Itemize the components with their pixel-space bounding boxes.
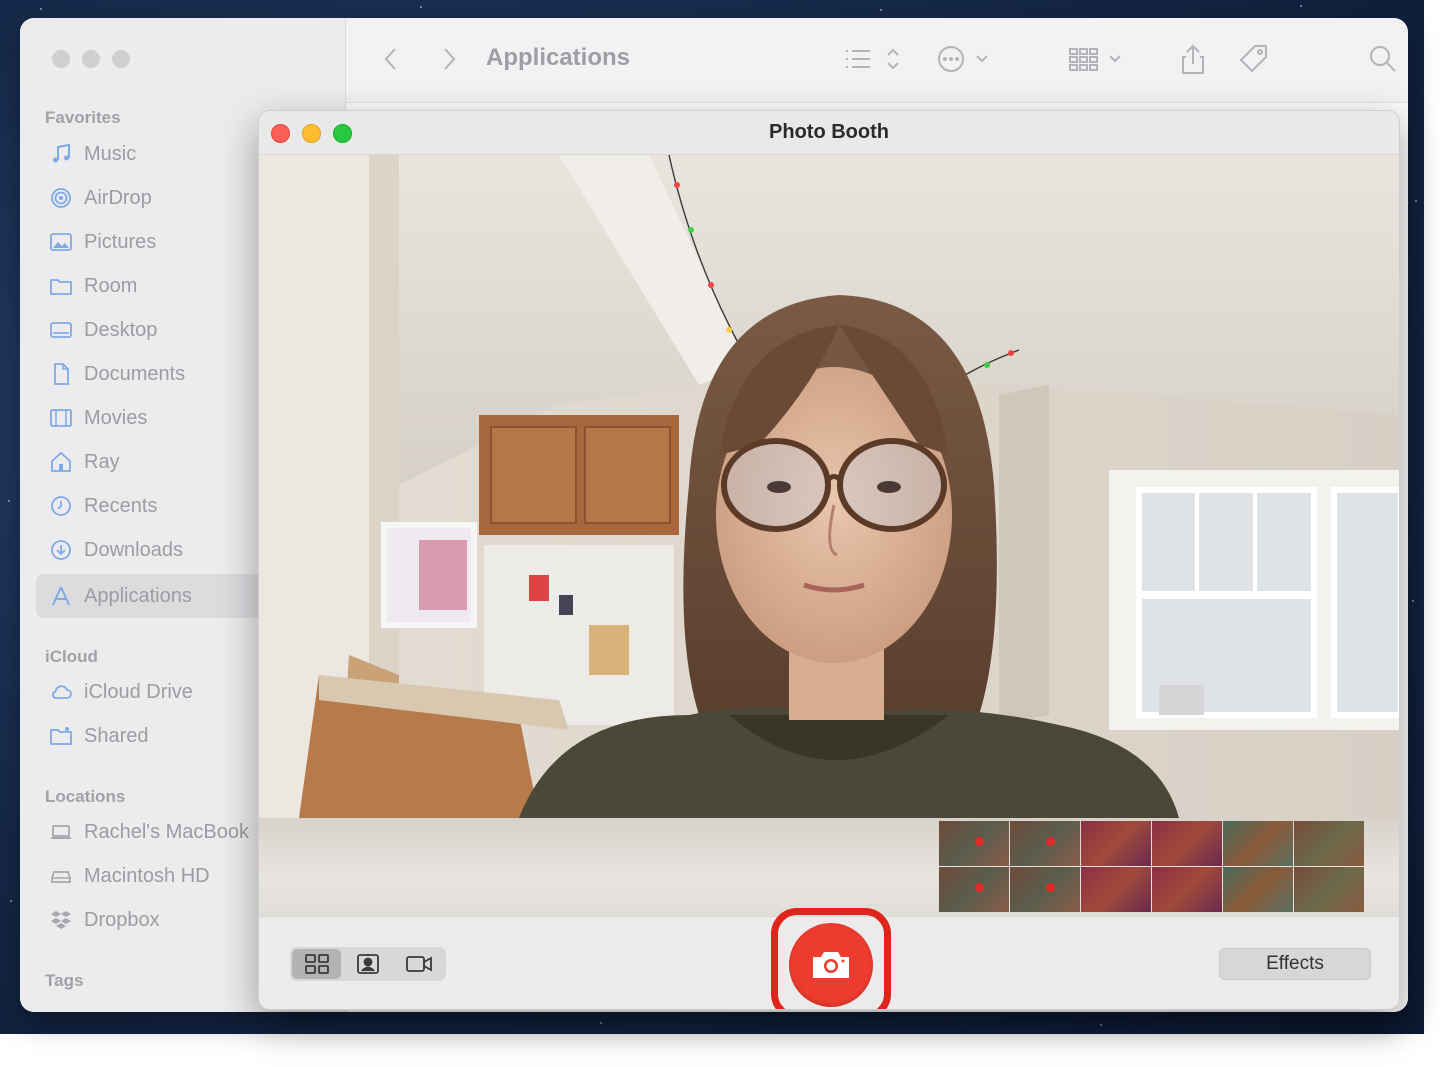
- photo-thumbnail[interactable]: [1010, 867, 1080, 912]
- sidebar-item-label: Desktop: [84, 318, 158, 341]
- share-icon: [1182, 44, 1204, 74]
- sidebar-item-label: Rachel's MacBook: [84, 820, 249, 843]
- photo-thumbnail[interactable]: [1294, 821, 1364, 866]
- window-title: Photo Booth: [769, 121, 889, 143]
- tag-button[interactable]: [1236, 40, 1272, 78]
- sidebar-item-label: Dropbox: [84, 908, 160, 931]
- forward-button[interactable]: [434, 40, 464, 78]
- window-title: Applications: [486, 44, 631, 71]
- video-mode-button[interactable]: [395, 949, 444, 979]
- group-button[interactable]: [1064, 40, 1128, 78]
- finder-toolbar: Applications: [346, 18, 1408, 102]
- sidebar-item-label: Recents: [84, 494, 158, 517]
- sidebar-item-label: Downloads: [84, 538, 183, 561]
- sidebar-section-tags: Tags: [45, 971, 84, 990]
- home-icon: [48, 449, 74, 475]
- chevron-left-icon: [384, 48, 396, 70]
- photo-thumbnail[interactable]: [1081, 821, 1151, 866]
- shared-folder-icon: [48, 723, 74, 749]
- take-photo-button[interactable]: [789, 923, 873, 1007]
- sidebar-section-favorites: Favorites: [45, 108, 121, 127]
- photo-booth-window: Photo Booth Effects: [258, 110, 1400, 1010]
- photo-strip: [259, 818, 1399, 916]
- thumbnail-grid: [939, 821, 1364, 912]
- thumbnail-detail: [975, 883, 984, 892]
- desktop-icon: [48, 317, 74, 343]
- group-icon: [1069, 48, 1121, 71]
- music-note-icon: [48, 141, 74, 167]
- more-options-icon: [938, 46, 988, 72]
- photo-thumbnail[interactable]: [939, 821, 1009, 866]
- window-controls-inactive: [52, 50, 130, 68]
- sidebar-item-label: Shared: [84, 724, 149, 747]
- close-button[interactable]: [52, 50, 70, 68]
- video-icon: [406, 956, 433, 972]
- disk-icon: [48, 863, 74, 889]
- thumbnail-detail: [1046, 837, 1055, 846]
- back-button[interactable]: [376, 40, 406, 78]
- photo-thumbnail[interactable]: [1010, 821, 1080, 866]
- sidebar-item-label: Music: [84, 142, 137, 165]
- sidebar-section-icloud: iCloud: [45, 647, 98, 666]
- sidebar-section-locations: Locations: [45, 787, 126, 806]
- film-icon: [48, 405, 74, 431]
- view-mode-control: [290, 947, 446, 981]
- photo-thumbnail[interactable]: [1152, 867, 1222, 912]
- chevron-right-icon: [444, 48, 456, 70]
- photo-thumbnail[interactable]: [1223, 821, 1293, 866]
- zoom-button[interactable]: [112, 50, 130, 68]
- single-photo-icon: [357, 954, 379, 974]
- minimize-button[interactable]: [82, 50, 100, 68]
- action-menu-button[interactable]: [934, 40, 994, 78]
- dropbox-icon: [48, 907, 74, 933]
- sidebar-item-label: Movies: [84, 406, 148, 429]
- applications-icon: [48, 583, 74, 609]
- title-bar[interactable]: Photo Booth: [259, 111, 1399, 155]
- photo-thumbnail[interactable]: [939, 867, 1009, 912]
- thumbnail-detail: [1046, 883, 1055, 892]
- sidebar-item-label: Room: [84, 274, 138, 297]
- pictures-icon: [48, 229, 74, 255]
- view-options-button[interactable]: [840, 40, 904, 78]
- camera-preview: [259, 155, 1399, 818]
- photo-thumbnail[interactable]: [1152, 821, 1222, 866]
- thumbnail-detail: [975, 837, 984, 846]
- laptop-icon: [48, 819, 74, 845]
- sidebar-item-label: AirDrop: [84, 186, 152, 209]
- camera-icon: [813, 952, 849, 978]
- folder-icon: [48, 273, 74, 299]
- grid-view-icon: [304, 954, 329, 974]
- clock-icon: [48, 493, 74, 519]
- cloud-icon: [48, 679, 74, 705]
- search-button[interactable]: [1366, 40, 1400, 78]
- share-button[interactable]: [1176, 40, 1210, 78]
- sidebar-item-label: iCloud Drive: [84, 680, 193, 703]
- bottom-toolbar: Effects: [259, 908, 1399, 1009]
- download-icon: [48, 537, 74, 563]
- sidebar-item-label: Pictures: [84, 230, 157, 253]
- photo-thumbnail[interactable]: [1081, 867, 1151, 912]
- tag-icon: [1239, 45, 1267, 73]
- effects-button[interactable]: Effects: [1219, 948, 1371, 980]
- sidebar-item-label: Ray: [84, 450, 120, 473]
- four-up-mode-button[interactable]: [292, 949, 342, 979]
- camera-feed-image: [259, 155, 1399, 818]
- sidebar-item-label: Applications: [84, 584, 192, 607]
- document-icon: [48, 361, 74, 387]
- airdrop-icon: [48, 185, 74, 211]
- single-photo-mode-button[interactable]: [343, 949, 392, 979]
- sidebar-item-label: Macintosh HD: [84, 864, 210, 887]
- list-view-icon: [846, 48, 899, 70]
- sidebar-item-label: Documents: [84, 362, 186, 385]
- search-icon: [1370, 46, 1396, 72]
- photo-thumbnail[interactable]: [1223, 867, 1293, 912]
- photo-thumbnail[interactable]: [1294, 867, 1364, 912]
